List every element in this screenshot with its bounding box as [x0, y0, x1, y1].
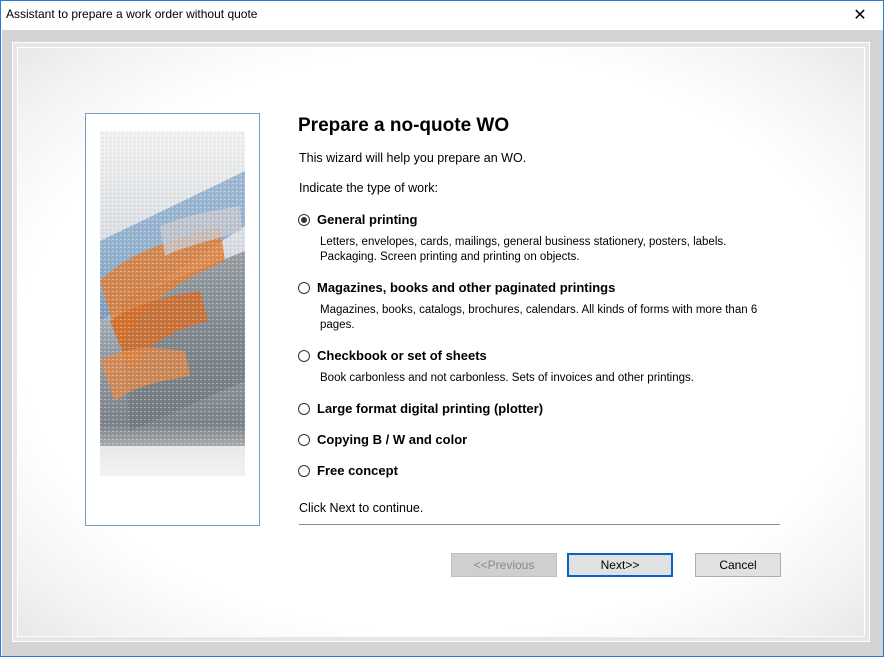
option-description: Book carbonless and not carbonless. Sets… — [320, 372, 694, 384]
window-title: Assistant to prepare a work order withou… — [6, 7, 258, 21]
cancel-button[interactable]: Cancel — [695, 553, 781, 577]
option-free-concept[interactable]: Free concept — [298, 463, 398, 478]
option-label: Magazines, books and other paginated pri… — [317, 280, 616, 295]
title-bar: Assistant to prepare a work order withou… — [1, 1, 883, 29]
next-button[interactable]: Next>> — [567, 553, 673, 577]
previous-button[interactable]: <<Previous — [451, 553, 557, 577]
radio-button-checked[interactable] — [298, 213, 310, 226]
wizard-side-image — [85, 113, 260, 526]
radio-button[interactable] — [298, 281, 310, 294]
option-general-printing[interactable]: General printing — [298, 212, 417, 227]
footer-divider — [299, 524, 780, 525]
option-description: Letters, envelopes, cards, mailings, gen… — [320, 236, 727, 263]
page-title: Prepare a no-quote WO — [298, 115, 510, 136]
option-label: Large format digital printing (plotter) — [317, 401, 544, 416]
work-type-prompt: Indicate the type of work: — [299, 181, 438, 195]
option-large-format[interactable]: Large format digital printing (plotter) — [298, 401, 543, 416]
option-label: Free concept — [317, 463, 398, 478]
continue-hint: Click Next to continue. — [299, 501, 424, 515]
option-label: Checkbook or set of sheets — [317, 348, 487, 363]
radio-button[interactable] — [298, 433, 310, 446]
wizard-window: Assistant to prepare a work order withou… — [0, 0, 884, 657]
option-copying[interactable]: Copying B / W and color — [298, 432, 467, 447]
intro-text: This wizard will help you prepare an WO. — [299, 151, 527, 165]
option-label: General printing — [317, 212, 418, 227]
radio-button[interactable] — [298, 349, 310, 362]
radio-button[interactable] — [298, 464, 310, 477]
option-checkbook-sheets[interactable]: Checkbook or set of sheets — [298, 348, 487, 363]
radio-button[interactable] — [298, 402, 310, 415]
close-icon[interactable]: ✕ — [837, 1, 883, 29]
option-magazines-books[interactable]: Magazines, books and other paginated pri… — [298, 280, 615, 295]
option-label: Copying B / W and color — [317, 432, 468, 447]
option-description: Magazines, books, catalogs, brochures, c… — [320, 304, 758, 331]
typing-hands-illustration — [100, 131, 245, 476]
